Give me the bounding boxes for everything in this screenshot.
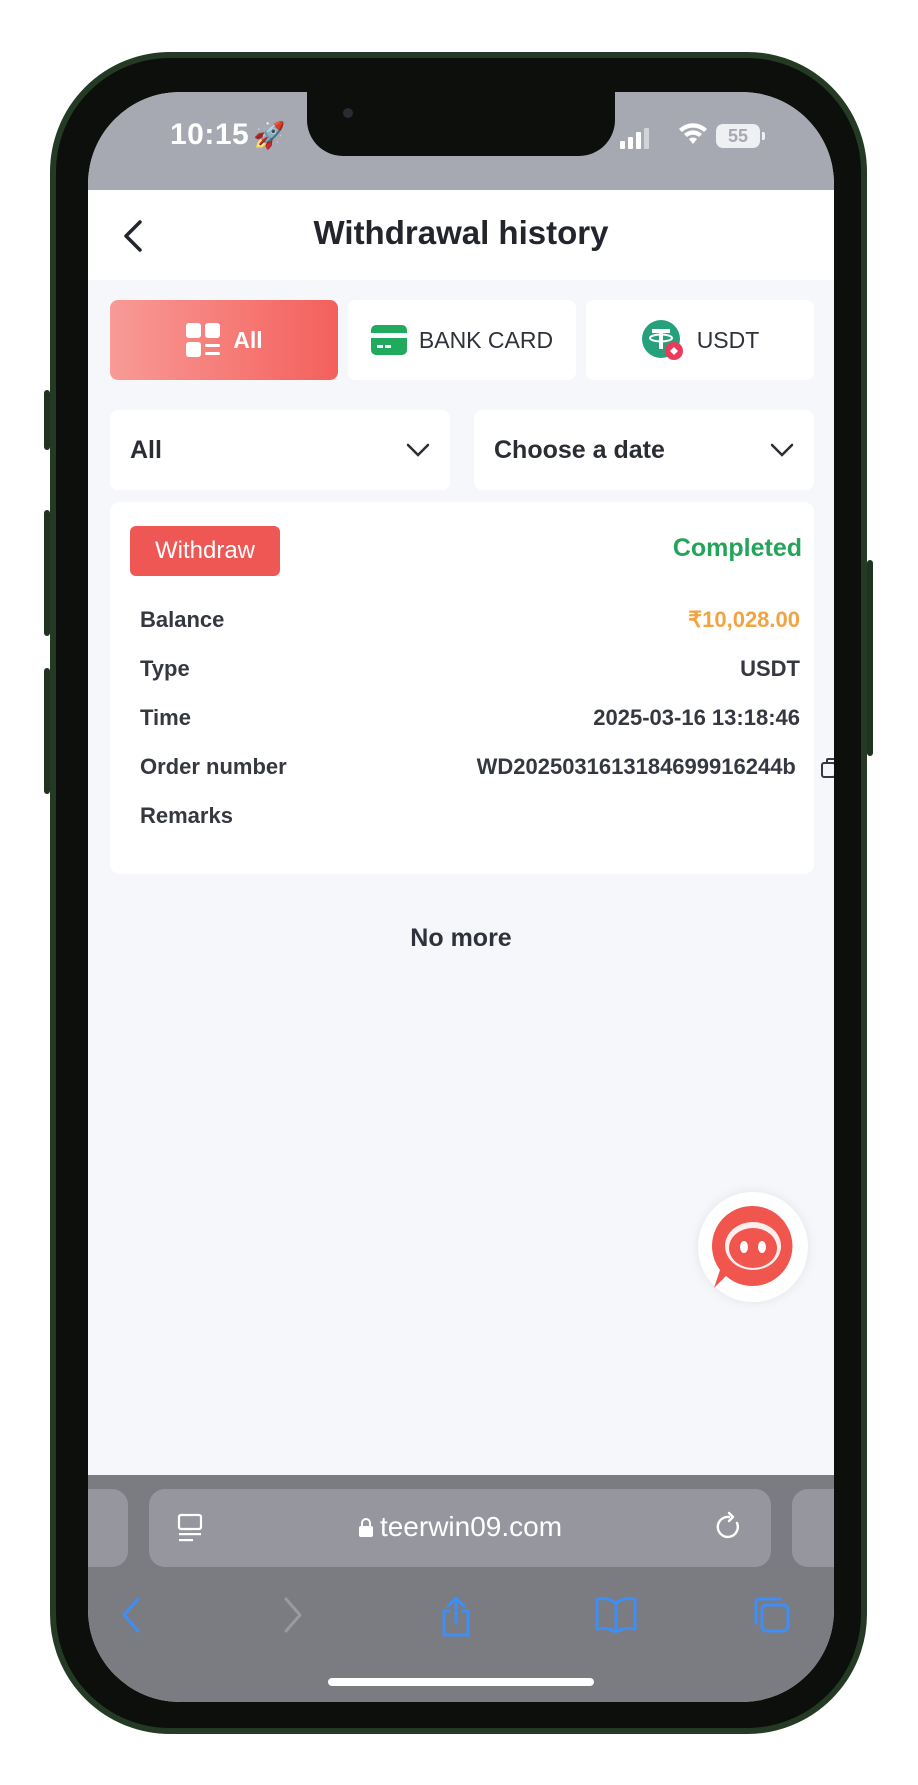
camera <box>343 108 353 118</box>
type-filter-select[interactable]: All <box>110 410 450 490</box>
time-value: 2025-03-16 13:18:46 <box>593 705 800 730</box>
browser-toolbar <box>88 1583 834 1653</box>
remarks-label: Remarks <box>140 803 233 828</box>
screen: 10:15 🚀 55 Withdrawal history All BANK C… <box>88 92 834 1702</box>
mute-switch <box>44 390 50 450</box>
tab-all-label: All <box>233 326 263 353</box>
lock-icon <box>358 1518 373 1537</box>
type-row: Type USDT <box>140 649 800 689</box>
order-number-group: WD2025031613184699916244b <box>477 754 834 780</box>
no-more-text: No more <box>410 924 512 952</box>
order-number-row: Order number WD2025031613184699916244b <box>140 747 834 787</box>
browser-back-icon[interactable] <box>116 1595 148 1635</box>
address-bar[interactable]: teerwin09.com <box>149 1489 771 1567</box>
next-tab[interactable] <box>792 1489 834 1567</box>
signal-icon <box>620 128 649 149</box>
bookmarks-icon[interactable] <box>594 1595 638 1635</box>
chevron-down-icon <box>406 443 430 457</box>
tab-all[interactable]: All <box>110 300 338 380</box>
tab-usdt[interactable]: USDT <box>586 300 814 380</box>
previous-tab[interactable] <box>88 1489 128 1567</box>
chat-support-button[interactable] <box>698 1192 808 1302</box>
header: Withdrawal history <box>88 190 834 280</box>
balance-value: ₹10,028.00 <box>688 607 800 632</box>
bank-card-icon <box>370 325 407 355</box>
order-number-label: Order number <box>140 754 287 779</box>
wifi-icon <box>679 123 707 144</box>
chat-bubble-icon <box>711 1205 793 1288</box>
browser-forward-icon[interactable] <box>276 1595 308 1635</box>
type-label: Type <box>140 656 190 681</box>
battery-icon: 55 <box>716 124 765 148</box>
chevron-down-icon <box>770 443 794 457</box>
filter-bar: All Choose a date <box>110 410 814 490</box>
url-value: teerwin09.com <box>379 1511 563 1542</box>
battery-level: 55 <box>727 126 749 146</box>
power-button <box>867 560 873 756</box>
balance-row: Balance ₹10,028.00 <box>140 600 800 640</box>
status-time: 10:15 🚀 <box>170 118 286 152</box>
tab-usdt-label: USDT <box>696 326 760 353</box>
status-bar: 10:15 🚀 55 <box>88 92 834 190</box>
browser-chrome: teerwin09.com <box>88 1475 834 1702</box>
grid-icon <box>186 323 221 357</box>
volume-up-button <box>44 510 50 636</box>
home-indicator <box>328 1678 594 1686</box>
status-badge: Completed <box>672 534 802 562</box>
rocket-icon: 🚀 <box>253 120 287 150</box>
type-filter-value: All <box>130 435 162 464</box>
usdt-icon <box>641 320 683 360</box>
reload-icon[interactable] <box>713 1511 745 1543</box>
back-icon[interactable] <box>116 216 156 256</box>
tab-bank-card[interactable]: BANK CARD <box>348 300 576 380</box>
date-filter-value: Choose a date <box>494 435 665 464</box>
tabs-overview-icon[interactable] <box>752 1595 792 1635</box>
type-badge: Withdraw <box>130 526 280 576</box>
volume-down-button <box>44 668 50 794</box>
tab-bar: All BANK CARD USDT <box>110 300 814 380</box>
balance-label: Balance <box>140 607 225 632</box>
type-value: USDT <box>740 656 800 681</box>
remarks-row: Remarks <box>140 796 800 836</box>
share-icon[interactable] <box>438 1595 474 1639</box>
page-title: Withdrawal history <box>313 214 609 251</box>
copy-icon[interactable] <box>820 757 834 779</box>
order-number-value: WD2025031613184699916244b <box>476 754 796 779</box>
time-row: Time 2025-03-16 13:18:46 <box>140 698 800 738</box>
tab-bank-card-label: BANK CARD <box>418 326 554 353</box>
record-details: Balance ₹10,028.00 Type USDT Time 2025-0… <box>120 588 834 858</box>
status-time-text: 10:15 <box>170 118 250 151</box>
withdrawal-record-card: Withdraw Completed Balance ₹10,028.00 Ty… <box>110 502 834 874</box>
notch <box>307 92 615 156</box>
date-filter-select[interactable]: Choose a date <box>474 410 814 490</box>
url-text: teerwin09.com <box>149 1511 771 1543</box>
time-label: Time <box>140 705 191 730</box>
